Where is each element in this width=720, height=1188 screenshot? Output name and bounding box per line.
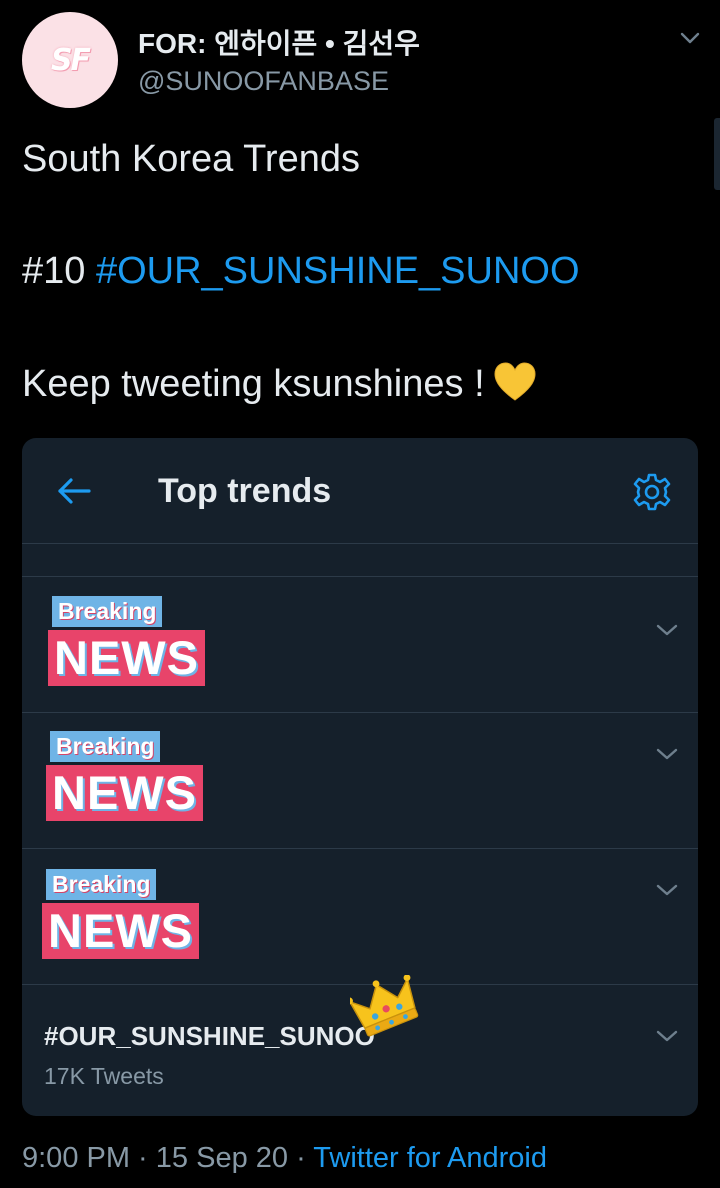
- chevron-down-icon[interactable]: [654, 745, 680, 763]
- breaking-news-sticker: Breaking NEWS: [46, 731, 224, 827]
- sticker-news-label: NEWS: [42, 903, 199, 959]
- yellow-heart-icon: [494, 362, 536, 401]
- trends-screenshot-card[interactable]: Top trends Breaking NEWS Breaking NEWS B…: [22, 438, 698, 1116]
- trend-row[interactable]: Breaking NEWS: [22, 849, 698, 985]
- footer-separator: ·: [130, 1142, 156, 1174]
- sticker-news-label: NEWS: [48, 630, 205, 686]
- tweet-date[interactable]: 15 Sep 20: [156, 1142, 288, 1174]
- trend-row[interactable]: Breaking NEWS: [22, 577, 698, 713]
- chevron-down-icon[interactable]: [654, 1027, 680, 1045]
- tweet-footer: 9:00 PM · 15 Sep 20 · Twitter for Androi…: [22, 1142, 547, 1175]
- tweet-text-line: #10 #OUR_SUNSHINE_SUNOO: [22, 250, 580, 293]
- trend-name[interactable]: #OUR_SUNSHINE_SUNOO: [44, 1021, 375, 1052]
- tweet-source-link[interactable]: Twitter for Android: [313, 1142, 547, 1174]
- chevron-down-icon[interactable]: [654, 881, 680, 899]
- chevron-down-icon[interactable]: [654, 621, 680, 639]
- sticker-breaking-label: Breaking: [50, 731, 161, 762]
- sticker-breaking-label: Breaking: [52, 596, 163, 627]
- trend-rank-text: #10: [22, 250, 96, 292]
- back-arrow-icon[interactable]: [56, 476, 92, 506]
- page-title: Top trends: [158, 472, 332, 510]
- tweet-text-closing: Keep tweeting ksunshines !: [22, 363, 485, 405]
- tweet-text-line: Keep tweeting ksunshines !: [22, 362, 537, 406]
- trend-row[interactable]: #OUR_SUNSHINE_SUNOO 17K Tweets: [22, 975, 698, 1116]
- trend-row[interactable]: Breaking NEWS: [22, 713, 698, 849]
- gear-icon[interactable]: [632, 472, 672, 512]
- tweet-header: SF FOR: 엔하이픈 • 김선우 @SUNOOFANBASE: [0, 0, 720, 120]
- sticker-news-label: NEWS: [46, 765, 203, 821]
- breaking-news-sticker: Breaking NEWS: [48, 596, 226, 692]
- footer-separator: ·: [288, 1142, 314, 1174]
- author-handle[interactable]: @SUNOOFANBASE: [138, 66, 389, 97]
- scrollbar[interactable]: [714, 118, 720, 190]
- trend-tweet-count: 17K Tweets: [44, 1063, 164, 1089]
- tweet-text-line: South Korea Trends: [22, 138, 360, 180]
- avatar-logo-text: SF: [50, 42, 91, 78]
- trends-topbar: Top trends: [22, 438, 698, 544]
- author-display-name[interactable]: FOR: 엔하이픈 • 김선우: [138, 22, 420, 62]
- tweet-time[interactable]: 9:00 PM: [22, 1142, 130, 1174]
- trend-row-partial: [22, 544, 698, 577]
- breaking-news-sticker: Breaking NEWS: [42, 869, 220, 965]
- avatar[interactable]: SF: [22, 12, 118, 108]
- chevron-down-icon[interactable]: [676, 26, 704, 50]
- sticker-breaking-label: Breaking: [46, 869, 157, 900]
- crown-icon: [350, 975, 419, 1037]
- hashtag-link[interactable]: #OUR_SUNSHINE_SUNOO: [96, 250, 580, 292]
